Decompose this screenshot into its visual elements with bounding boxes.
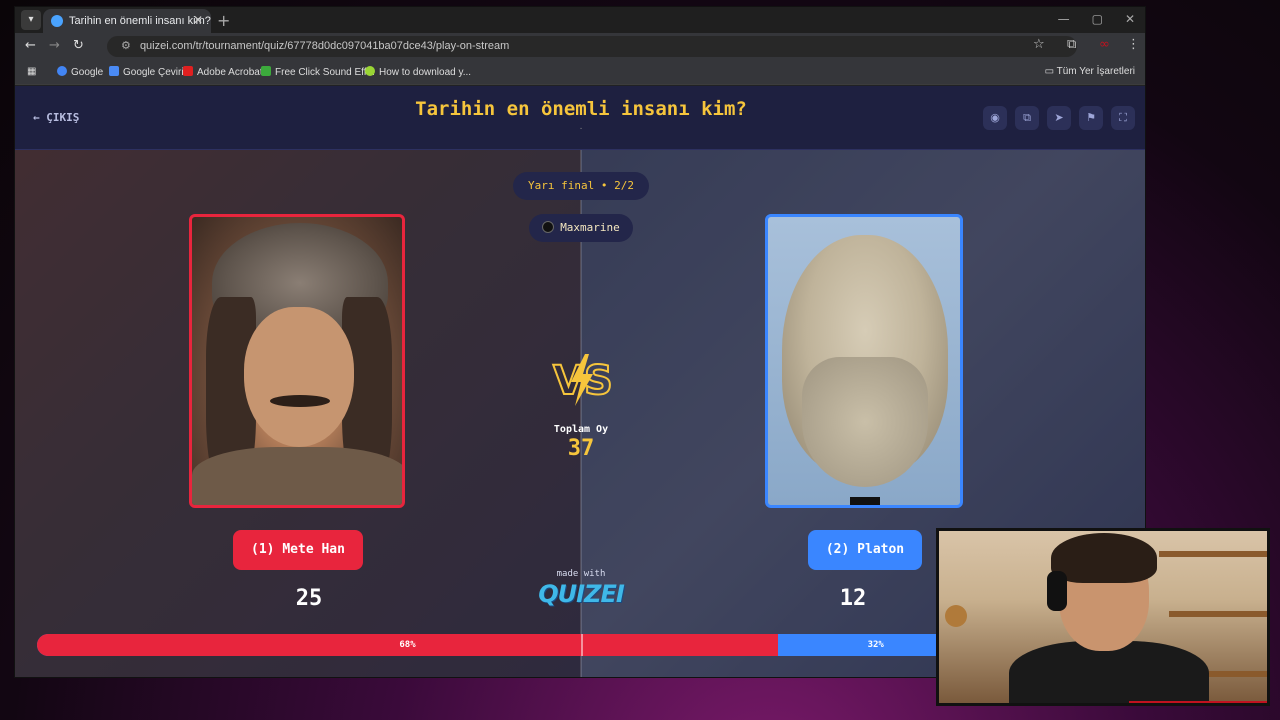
maximize-icon[interactable]: ▢ [1092,12,1103,26]
bookmark-adobe-acrobat[interactable]: Adobe Acrobat [183,66,263,78]
forward-icon[interactable]: → [49,38,60,53]
vote-percent-left: 68% [399,640,416,650]
minimize-icon[interactable]: — [1058,12,1070,26]
eye-icon[interactable]: ◉ [983,106,1007,130]
round-badge: Yarı final • 2/2 [513,172,649,200]
all-bookmarks[interactable]: ▭ Tüm Yer İşaretleri [1045,66,1135,77]
site-info-icon[interactable]: ⚙ [121,40,131,52]
close-window-icon[interactable]: ✕ [1125,12,1135,26]
tab-strip: ▾ Tarihin en önemli insanı kim? - Q ✕ + … [15,7,1145,33]
bookmark-how-to-download[interactable]: How to download y... [365,66,471,78]
vote-button-left[interactable]: (1) Mete Han [233,530,363,570]
webcam-overlay [936,528,1270,706]
vote-button-right[interactable]: (2) Platon [808,530,922,570]
webcam-globe [945,605,967,627]
fur-coat [192,447,402,505]
tab-close-icon[interactable]: ✕ [193,13,203,27]
extension-red-icon[interactable]: ∞ [1099,37,1110,52]
bust-beard [802,357,928,487]
title-dot: . [579,122,583,132]
webcam-red-accent [1129,701,1267,703]
apps-grid-icon[interactable]: ▦ [27,66,36,77]
sound-site-icon [261,66,271,76]
versus-icon: VS [552,354,613,406]
fullscreen-icon[interactable]: ⛶ [1111,106,1135,130]
flag-icon[interactable]: ⚑ [1079,106,1103,130]
google-icon [57,66,67,76]
bookmark-free-click-sound[interactable]: Free Click Sound Eff... [261,66,375,78]
tab-search-button[interactable]: ▾ [21,10,41,30]
option-card-right[interactable] [765,214,963,508]
total-votes-value: 37 [567,436,595,461]
vote-count-right: 12 [839,586,867,611]
creator-avatar [542,221,555,233]
url-text: quizei.com/tr/tournament/quiz/67778d0dc0… [139,40,510,52]
address-bar[interactable]: ⚙ quizei.com/tr/tournament/quiz/67778d0d… [107,36,1077,57]
share-icon[interactable]: ⧉ [1015,106,1039,130]
bookmark-google[interactable]: Google [57,66,103,78]
quizei-logo[interactable]: QUIZEI [531,580,631,608]
total-votes-label: Toplam Oy [553,424,609,435]
webcam-shelf-top [1159,551,1267,557]
quiz-header: ← ÇIKIŞ Tarihin en önemli insanı kim? . … [15,86,1145,150]
reload-icon[interactable]: ↻ [73,38,84,53]
window-controls: — ▢ ✕ [1058,12,1135,26]
bookmarks-bar: ▦ Google Google Çeviri Adobe Acrobat Fre… [15,59,1145,85]
webcam-person-hair [1051,533,1157,583]
bookmark-star-icon[interactable]: ☆ [1033,37,1045,52]
face [244,307,354,447]
send-icon[interactable]: ➤ [1047,106,1071,130]
translate-icon [109,66,119,76]
browser-tab[interactable]: Tarihin en önemli insanı kim? - Q ✕ [43,9,211,33]
folder-icon: ▭ [1044,66,1057,77]
vote-count-left: 25 [295,586,323,611]
made-with-label: made with [556,569,606,579]
quizei-favicon-icon [51,15,63,27]
creator-badge[interactable]: Maxmarine [529,214,633,242]
acrobat-icon [183,66,193,76]
header-actions: ◉ ⧉ ➤ ⚑ ⛶ [983,106,1135,130]
bust-pedestal [850,497,880,505]
webcam-shelf-middle [1169,611,1267,617]
tab-title: Tarihin en önemli insanı kim? - Q [69,15,211,27]
browser-toolbar: ← → ↻ ⚙ quizei.com/tr/tournament/quiz/67… [15,33,1145,59]
new-tab-button[interactable]: + [217,11,230,30]
browser-menu-icon[interactable]: ⋮ [1127,37,1140,52]
extensions-icon[interactable]: ⧉ [1067,37,1076,52]
bookmark-google-ceviri[interactable]: Google Çeviri [109,66,184,78]
mustache [270,395,330,407]
webcam-headset [1047,571,1067,611]
page-title: Tarihin en önemli insanı kim? [415,98,747,120]
option-card-left[interactable] [189,214,405,508]
download-site-icon [365,66,375,76]
back-icon[interactable]: ← [25,38,36,53]
creator-name: Maxmarine [560,221,620,234]
